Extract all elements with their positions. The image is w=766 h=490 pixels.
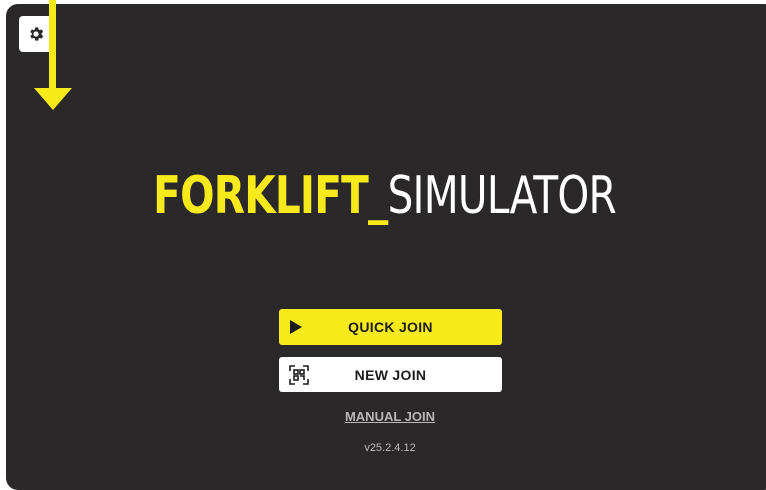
new-join-button[interactable]: NEW JOIN <box>279 357 502 392</box>
app-title: FORKLIFT_SIMULATOR <box>86 170 683 222</box>
qr-scan-icon <box>289 364 309 385</box>
arrow-down-icon <box>34 0 72 110</box>
quick-join-label: QUICK JOIN <box>348 319 433 335</box>
title-rest: SIMULATOR <box>387 166 617 226</box>
version-label: v25.2.4.12 <box>364 442 416 454</box>
manual-join-link[interactable]: MANUAL JOIN <box>0 409 766 424</box>
quick-join-button[interactable]: QUICK JOIN <box>279 309 502 345</box>
play-icon <box>289 319 303 335</box>
new-join-label: NEW JOIN <box>354 366 427 383</box>
title-brand: FORKLIFT_ <box>153 166 388 226</box>
